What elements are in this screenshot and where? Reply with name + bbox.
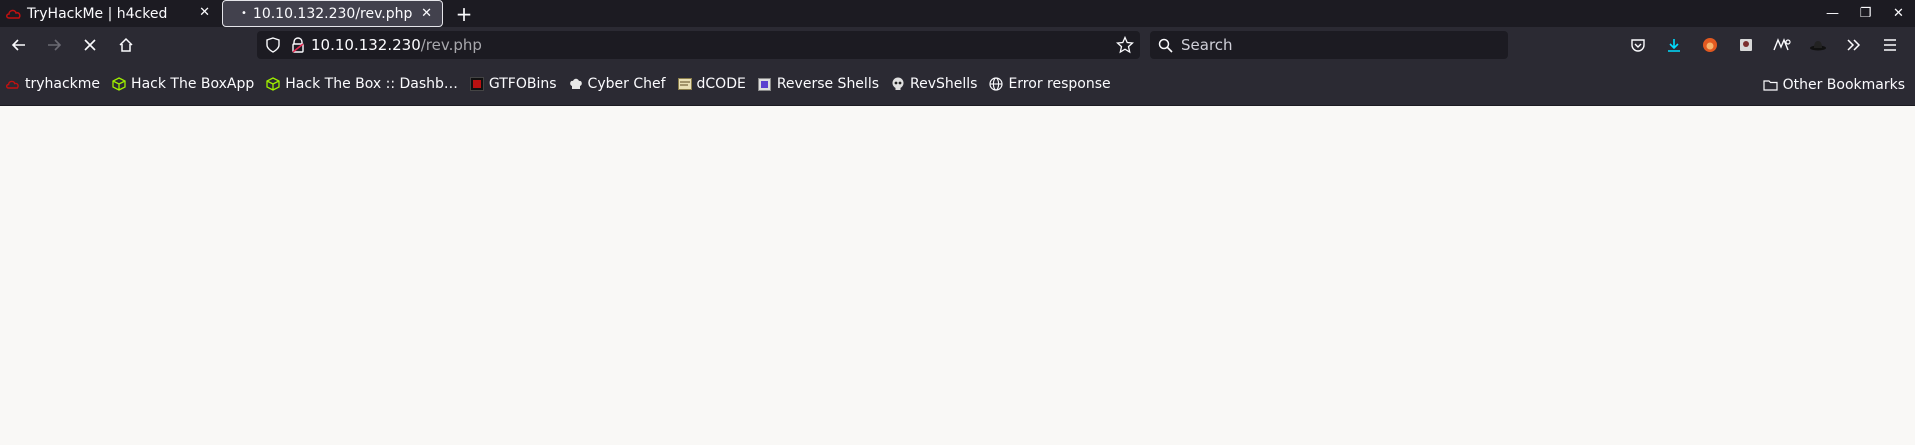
extension-wappalyzer-icon[interactable] — [1771, 34, 1793, 56]
home-button[interactable] — [111, 27, 141, 63]
globe-icon — [989, 77, 1004, 91]
bookmarks-toolbar: tryhackme Hack The BoxApp Hack The Box :… — [0, 63, 1915, 106]
tab-strip: TryHackMe | h4cked ✕ • 10.10.132.230/rev… — [0, 0, 1915, 27]
restore-icon[interactable]: ❐ — [1849, 6, 1882, 21]
folder-icon — [1762, 79, 1778, 91]
htb-cube-icon — [266, 77, 280, 91]
bookmark-label: Reverse Shells — [776, 76, 879, 92]
bookmark-label: Cyber Chef — [587, 76, 666, 92]
other-bookmarks-label: Other Bookmarks — [1782, 77, 1905, 93]
bookmark-tryhackme[interactable]: tryhackme — [6, 76, 100, 92]
search-input[interactable] — [1179, 35, 1483, 55]
hamburger-menu-icon[interactable] — [1879, 34, 1901, 56]
skull-icon — [891, 77, 905, 91]
bookmark-label: GTFOBins — [488, 76, 557, 92]
stop-button[interactable] — [75, 27, 105, 63]
download-icon[interactable] — [1663, 34, 1685, 56]
bookmark-hack-the-box-dashboard[interactable]: Hack The Box :: Dashb… — [266, 76, 458, 92]
tab-title: 10.10.132.230/rev.php — [252, 5, 413, 22]
close-icon[interactable]: ✕ — [421, 6, 432, 21]
bookmark-star-icon[interactable] — [1116, 36, 1134, 54]
tab-rev-php[interactable]: • 10.10.132.230/rev.php ✕ — [222, 0, 443, 27]
bookmark-hack-the-box-app[interactable]: Hack The BoxApp — [112, 76, 254, 92]
forward-button[interactable] — [39, 27, 69, 63]
bookmark-label: Hack The BoxApp — [131, 76, 255, 92]
extension-foxy-icon[interactable] — [1699, 34, 1721, 56]
close-window-icon[interactable]: ✕ — [1882, 6, 1915, 21]
overflow-chevrons-icon[interactable] — [1843, 34, 1865, 56]
extension-cookie-icon[interactable] — [1735, 34, 1757, 56]
back-arrow-icon — [11, 39, 25, 51]
tryhackme-icon — [6, 77, 20, 91]
loading-dot-icon: • — [241, 8, 247, 19]
stop-icon — [84, 39, 96, 51]
bookmark-label: dCODE — [696, 76, 746, 92]
bookmark-revshells[interactable]: RevShells — [891, 76, 977, 92]
htb-cube-icon — [112, 77, 126, 91]
url-bar[interactable]: 10.10.132.230/rev.php — [257, 31, 1140, 59]
shield-icon[interactable] — [265, 37, 281, 53]
insecure-lock-icon[interactable] — [291, 37, 305, 53]
pocket-icon[interactable] — [1627, 34, 1649, 56]
tab-title: TryHackMe | h4cked — [27, 5, 168, 22]
bookmark-reverse-shells[interactable]: Reverse Shells — [758, 76, 879, 92]
other-bookmarks-folder[interactable]: Other Bookmarks — [1762, 77, 1905, 93]
close-icon[interactable]: ✕ — [199, 5, 210, 20]
search-icon — [1158, 38, 1173, 53]
tryhackme-icon — [6, 7, 22, 21]
dcode-icon — [677, 77, 692, 91]
page-content-blank — [0, 106, 1915, 445]
bookmark-label: Hack The Box :: Dashb… — [285, 76, 458, 92]
gtfobins-icon — [469, 77, 484, 91]
extension-hat-icon[interactable] — [1807, 34, 1829, 56]
tab-tryhackme[interactable]: TryHackMe | h4cked ✕ — [0, 0, 220, 27]
search-bar[interactable] — [1150, 31, 1508, 59]
bookmark-cyber-chef[interactable]: Cyber Chef — [569, 76, 666, 92]
back-button[interactable] — [4, 27, 34, 63]
chef-hat-icon — [569, 77, 583, 91]
new-tab-button[interactable]: + — [449, 0, 479, 27]
home-icon — [119, 37, 133, 52]
minimize-icon[interactable]: — — [1816, 6, 1849, 21]
bookmark-error-response[interactable]: Error response — [989, 76, 1111, 92]
reverse-shells-icon — [758, 77, 772, 91]
bookmark-dcode[interactable]: dCODE — [677, 76, 746, 92]
url-path: /rev.php — [420, 36, 482, 54]
url-host: 10.10.132.230 — [311, 36, 421, 54]
bookmark-label: tryhackme — [25, 76, 101, 92]
bookmark-gtfobins[interactable]: GTFOBins — [469, 76, 557, 92]
bookmark-label: Error response — [1008, 76, 1111, 92]
forward-arrow-icon — [48, 39, 62, 51]
window-controls: — ❐ ✕ — [1816, 0, 1915, 27]
navigation-toolbar: 10.10.132.230/rev.php — [0, 27, 1915, 63]
bookmark-label: RevShells — [910, 76, 978, 92]
